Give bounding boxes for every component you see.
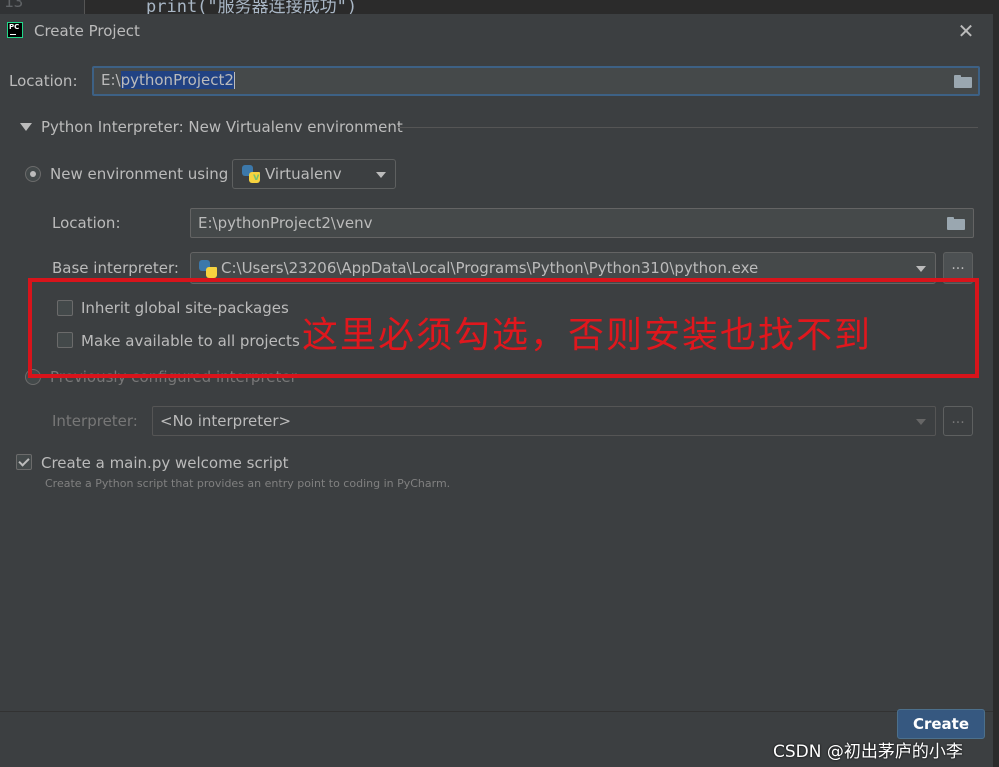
close-icon[interactable]: ✕ xyxy=(956,19,976,43)
collapse-triangle-icon[interactable] xyxy=(20,123,32,131)
csdn-watermark: CSDN @初出茅庐的小李 xyxy=(773,742,963,762)
environment-tool-value: Virtualenv xyxy=(265,165,342,183)
browse-interpreter-button[interactable]: ... xyxy=(943,406,973,436)
editor-background: 13 print("服务器连接成功") xyxy=(0,0,999,14)
interpreter-section-title[interactable]: Python Interpreter: New Virtualenv envir… xyxy=(41,118,403,136)
line-number: 13 xyxy=(4,0,24,11)
code-line: print("服务器连接成功") xyxy=(146,0,358,14)
venv-location-label: Location: xyxy=(52,214,121,232)
location-label: Location: xyxy=(9,72,78,90)
dialog-title: Create Project xyxy=(34,22,140,40)
chevron-down-icon xyxy=(376,172,386,178)
new-environment-radio[interactable] xyxy=(25,166,41,182)
pycharm-icon: PC xyxy=(7,22,23,38)
welcome-script-label: Create a main.py welcome script xyxy=(41,454,289,472)
project-location-input[interactable]: E:\pythonProject2 xyxy=(92,66,980,96)
base-interpreter-label: Base interpreter: xyxy=(52,259,179,277)
chevron-down-icon xyxy=(916,419,926,425)
folder-icon[interactable] xyxy=(954,75,972,88)
location-prefix: E:\ xyxy=(101,71,121,89)
venv-location-value: E:\pythonProject2\venv xyxy=(198,214,373,232)
section-divider xyxy=(398,127,978,128)
editor-gutter: 13 xyxy=(0,0,85,14)
environment-tool-dropdown[interactable]: v Virtualenv xyxy=(232,159,396,189)
title-bar: PC Create Project ✕ xyxy=(0,14,993,48)
create-project-dialog: PC Create Project ✕ Location: E:\pythonP… xyxy=(0,14,999,767)
location-selected-text: pythonProject2 xyxy=(120,71,234,89)
footer-divider xyxy=(0,711,993,712)
interpreter-dropdown[interactable]: <No interpreter> xyxy=(152,406,936,436)
annotation-text: 这里必须勾选，否则安装也找不到 xyxy=(302,315,873,356)
text-caret xyxy=(233,72,235,89)
welcome-script-checkbox[interactable] xyxy=(16,454,32,470)
new-environment-label: New environment using xyxy=(50,165,229,183)
venv-location-input[interactable]: E:\pythonProject2\venv xyxy=(190,208,974,238)
welcome-script-hint: Create a Python script that provides an … xyxy=(45,477,451,490)
folder-icon[interactable] xyxy=(947,217,965,230)
chevron-down-icon xyxy=(916,266,926,272)
base-interpreter-value: C:\Users\23206\AppData\Local\Programs\Py… xyxy=(221,259,759,277)
python-venv-icon: v xyxy=(242,165,260,183)
create-button[interactable]: Create xyxy=(897,709,985,739)
python-icon xyxy=(199,260,217,278)
interpreter-value: <No interpreter> xyxy=(160,412,292,430)
interpreter-label: Interpreter: xyxy=(52,412,138,430)
